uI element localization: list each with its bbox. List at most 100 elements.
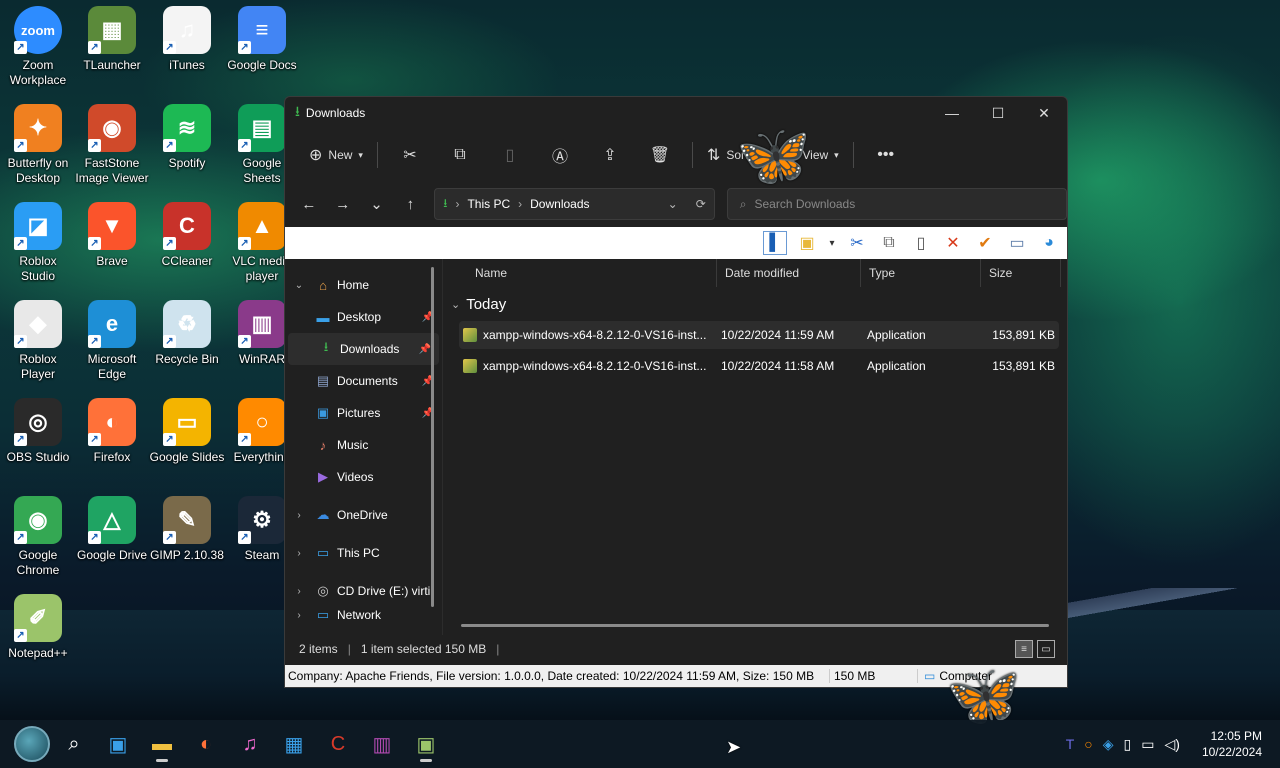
xampp-taskbar-icon[interactable]: ▣ xyxy=(406,724,446,764)
nav-home[interactable]: ⌄ ⌂ Home xyxy=(285,269,442,301)
rename-field-icon[interactable]: ▭ xyxy=(1005,231,1029,255)
file-explorer-window[interactable]: ⭳ Downloads — ☐ ✕ ⊕ New ▾ ✂ ⧉ ▯ Ⓐ ⇪ 🗑 ⇅ … xyxy=(284,96,1068,688)
copy-icon[interactable]: ⧉ xyxy=(877,231,901,255)
desktop-icon[interactable]: ✦ ↗ Butterfly on Desktop xyxy=(0,104,76,186)
share-button[interactable]: ⇪ xyxy=(586,139,634,171)
desktop-icon[interactable]: ≡ ↗ Google Docs xyxy=(224,6,300,73)
file-explorer-taskbar-icon[interactable]: ▬ xyxy=(142,724,182,764)
horizontal-scrollbar[interactable] xyxy=(461,624,1049,627)
nav-network[interactable]: › ▭ Network xyxy=(285,607,442,623)
shortcut-arrow-icon: ↗ xyxy=(163,41,176,54)
cut-button[interactable]: ✂ xyxy=(386,139,434,171)
desktop-icon[interactable]: zoom ↗ Zoom Workplace xyxy=(0,6,76,88)
desktop-icon[interactable]: ✎ ↗ GIMP 2.10.38 xyxy=(149,496,225,563)
start-button[interactable] xyxy=(14,726,50,762)
clock[interactable]: 12:05 PM 10/22/2024 xyxy=(1202,728,1262,760)
desktop-icon[interactable]: ◐ ↗ Firefox xyxy=(74,398,150,465)
file-row[interactable]: xampp-windows-x64-8.2.12-0-VS16-inst... 1… xyxy=(459,321,1059,349)
tiles-view-icon[interactable]: ▭ xyxy=(1037,640,1055,658)
column-type[interactable]: Type xyxy=(861,258,981,287)
chevron-down-icon[interactable]: ⌄ xyxy=(285,280,313,291)
close-button[interactable]: ✕ xyxy=(1021,97,1067,129)
address-dropdown-icon[interactable]: ⌄ xyxy=(668,197,678,211)
rename-button[interactable]: Ⓐ xyxy=(536,139,584,171)
desktop-icon[interactable]: ◆ ↗ Roblox Player xyxy=(0,300,76,382)
chevron-right-icon[interactable]: › xyxy=(285,610,313,621)
desktop-icon[interactable]: ◪ ↗ Roblox Studio xyxy=(0,202,76,284)
desktop-icon[interactable]: ✐ ↗ Notepad++ xyxy=(0,594,76,661)
desktop-icon[interactable]: C ↗ CCleaner xyxy=(149,202,225,269)
firefox-taskbar-icon[interactable]: ◐ xyxy=(186,724,226,764)
desktop-icon[interactable]: ▭ ↗ Google Slides xyxy=(149,398,225,465)
breadcrumb-this-pc[interactable]: This PC xyxy=(467,197,510,211)
shell-icon[interactable]: ◕ xyxy=(1037,231,1061,255)
nav-item-desktop[interactable]: ▬ Desktop 📌 xyxy=(285,301,442,333)
ccleaner-taskbar-icon[interactable]: C xyxy=(318,724,358,764)
title-bar[interactable]: ⭳ Downloads — ☐ ✕ xyxy=(285,97,1067,129)
folder-check-icon[interactable]: ▣ xyxy=(795,231,819,255)
desktop-icon[interactable]: ◎ ↗ OBS Studio xyxy=(0,398,76,465)
nav-scrollbar[interactable] xyxy=(431,267,434,607)
nav-cd-drive[interactable]: › ◎ CD Drive (E:) virti xyxy=(285,575,442,607)
search-taskbar-icon[interactable]: ⌕ xyxy=(54,724,94,764)
nav-this-pc[interactable]: › ▭ This PC xyxy=(285,537,442,569)
forward-button[interactable]: → xyxy=(327,188,359,220)
chevron-right-icon[interactable]: › xyxy=(285,510,313,521)
desktop-icon[interactable]: ♻ ↗ Recycle Bin xyxy=(149,300,225,367)
column-date-modified[interactable]: Date modified xyxy=(717,258,861,287)
refresh-icon[interactable]: ⟳ xyxy=(696,197,706,211)
teams-icon[interactable]: T xyxy=(1066,736,1075,752)
nav-item-documents[interactable]: ▤ Documents 📌 xyxy=(285,365,442,397)
clipboard-icon[interactable]: ▯ xyxy=(909,231,933,255)
new-button[interactable]: ⊕ New ▾ xyxy=(303,139,369,171)
see-more-button[interactable]: ••• xyxy=(862,139,910,171)
desktop-icon[interactable]: ◉ ↗ Google Chrome xyxy=(0,496,76,578)
desktop-icon[interactable]: ▦ ↗ TLauncher xyxy=(74,6,150,73)
details-view-icon[interactable]: ≡ xyxy=(1015,640,1033,658)
store-taskbar-icon[interactable]: ▦ xyxy=(274,724,314,764)
up-button[interactable]: ↑ xyxy=(394,188,426,220)
search-input[interactable]: ⌕ Search Downloads xyxy=(726,188,1067,220)
nav-item-pictures[interactable]: ▣ Pictures 📌 xyxy=(285,397,442,429)
desktop-icon[interactable]: ◉ ↗ FastStone Image Viewer xyxy=(74,104,150,186)
chevron-right-icon[interactable]: › xyxy=(285,548,313,559)
winrar-taskbar-icon[interactable]: ▥ xyxy=(362,724,402,764)
desktop-icon[interactable]: ≋ ↗ Spotify xyxy=(149,104,225,171)
recent-locations-button[interactable]: ⌄ xyxy=(361,188,393,220)
desktop-icon[interactable]: ▼ ↗ Brave xyxy=(74,202,150,269)
itunes-taskbar-icon[interactable]: ♫ xyxy=(230,724,270,764)
everything-tray-icon[interactable]: ○ xyxy=(1084,736,1092,752)
nav-item-downloads[interactable]: ⭳ Downloads 📌 xyxy=(288,333,439,365)
address-bar[interactable]: ⭳ › This PC › Downloads ⌄ ⟳ xyxy=(434,188,715,220)
minimize-button[interactable]: — xyxy=(929,97,975,129)
nav-item-music[interactable]: ♪ Music xyxy=(285,429,442,461)
column-name[interactable]: Name xyxy=(443,258,717,287)
copy-button[interactable]: ⧉ xyxy=(436,139,484,171)
preview-pane-icon[interactable]: ▌ xyxy=(763,231,787,255)
delete-button[interactable]: 🗑 xyxy=(636,139,684,171)
column-size[interactable]: Size xyxy=(981,258,1061,287)
network-tray-icon[interactable]: ▭ xyxy=(1141,736,1154,753)
usb-icon[interactable]: ▯ xyxy=(1124,736,1132,753)
nav-item-videos[interactable]: ▶ Videos xyxy=(285,461,442,493)
file-row[interactable]: xampp-windows-x64-8.2.12-0-VS16-inst... 1… xyxy=(459,352,1059,380)
back-button[interactable]: ← xyxy=(293,188,325,220)
paste-button[interactable]: ▯ xyxy=(486,139,534,171)
security-icon[interactable]: ◈ xyxy=(1103,736,1114,753)
desktop-icon[interactable]: e ↗ Microsoft Edge xyxy=(74,300,150,382)
volume-icon[interactable]: ◁) xyxy=(1165,736,1180,753)
cd-drive-icon: ◎ xyxy=(317,583,329,598)
delete-x-icon[interactable]: ✕ xyxy=(941,231,965,255)
status-bar: 2 items | 1 item selected 150 MB | ≡ ▭ xyxy=(285,635,1067,663)
checkmark-icon[interactable]: ✔ xyxy=(973,231,997,255)
chevron-down-icon[interactable]: ▾ xyxy=(827,231,837,255)
desktop-icon[interactable]: △ ↗ Google Drive xyxy=(74,496,150,563)
chevron-right-icon[interactable]: › xyxy=(285,586,313,597)
desktop-icon[interactable]: ♫ ↗ iTunes xyxy=(149,6,225,73)
breadcrumb-downloads[interactable]: Downloads xyxy=(530,197,589,211)
group-header-today[interactable]: ⌄ Today xyxy=(443,289,1067,319)
nav-onedrive[interactable]: › ☁ OneDrive xyxy=(285,499,442,531)
task-view-icon[interactable]: ▣ xyxy=(98,724,138,764)
scissors-icon[interactable]: ✂ xyxy=(845,231,869,255)
maximize-button[interactable]: ☐ xyxy=(975,97,1021,129)
